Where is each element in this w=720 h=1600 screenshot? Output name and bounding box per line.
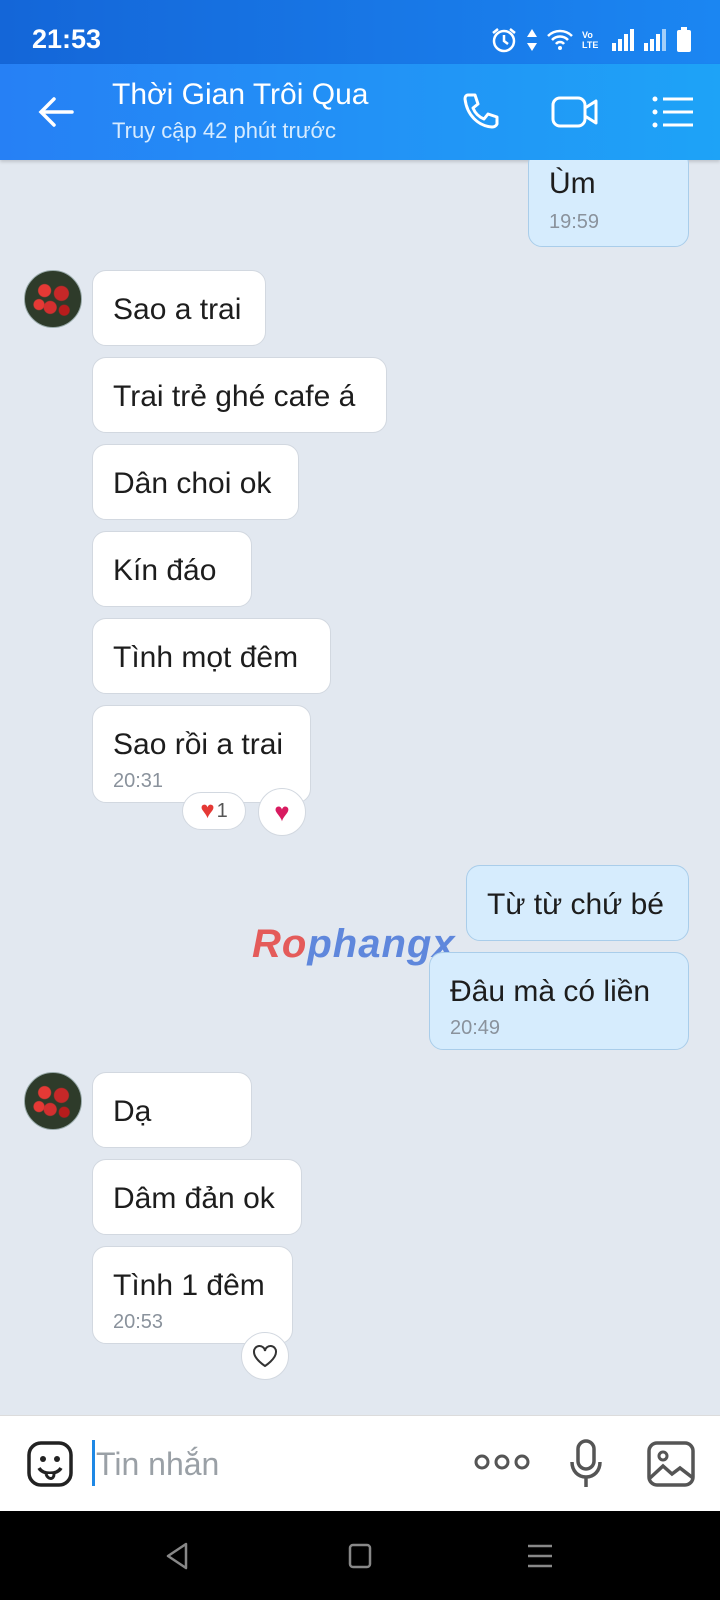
alarm-icon (492, 28, 516, 53)
message-bubble[interactable]: Trai trẻ ghé cafe á (92, 357, 387, 433)
back-arrow-icon[interactable] (36, 92, 76, 132)
volte-icon: Vo LTE (582, 30, 599, 50)
reaction-summary[interactable]: ♥ 1 (182, 792, 246, 830)
message-bubble[interactable]: Đâu mà có liền 20:49 (429, 952, 689, 1050)
message-text: Dạ (113, 1095, 152, 1128)
microphone-icon[interactable] (568, 1438, 604, 1490)
battery-icon (677, 27, 691, 52)
react-button[interactable]: ♥ (258, 788, 306, 836)
menu-list-icon[interactable] (650, 90, 696, 134)
signal-icon (612, 29, 634, 51)
status-time: 21:53 (32, 24, 102, 54)
message-text: Từ từ chứ bé (487, 888, 664, 921)
system-nav-bar (0, 1511, 720, 1600)
data-arrows-icon (527, 29, 537, 51)
contact-name[interactable]: Thời Gian Trôi Qua (112, 78, 368, 112)
message-bubble[interactable]: Kín đáo (92, 531, 252, 607)
message-bubble[interactable]: Tình mọt đêm (92, 618, 331, 694)
avatar[interactable] (24, 270, 82, 328)
heart-outline-icon (253, 1345, 277, 1368)
phone-call-icon[interactable] (458, 90, 504, 134)
message-time: 19:59 (549, 211, 600, 233)
message-bubble[interactable]: Dạ (92, 1072, 252, 1148)
message-time: 20:53 (113, 1311, 164, 1333)
message-text: Tình 1 đêm (113, 1269, 265, 1302)
message-text: Tình mọt đêm (113, 641, 299, 674)
emoji-sticker-icon[interactable] (26, 1440, 74, 1488)
message-bubble[interactable]: Dâm đản ok (92, 1159, 302, 1235)
nav-home-icon[interactable] (348, 1543, 372, 1569)
signal-icon-2 (644, 29, 666, 51)
message-input[interactable]: Tin nhắn (96, 1446, 219, 1483)
message-text: Dân choi ok (113, 467, 272, 500)
more-options-icon[interactable] (474, 1452, 530, 1472)
message-bubble[interactable]: Dân choi ok (92, 444, 299, 520)
nav-recents-icon[interactable] (526, 1543, 554, 1569)
message-list[interactable]: Ùm 19:59 Sao a trai Trai trẻ ghé cafe á … (0, 160, 720, 1415)
message-input-bar: Tin nhắn (0, 1415, 720, 1512)
message-text: Ùm (549, 167, 596, 200)
avatar[interactable] (24, 1072, 82, 1130)
message-bubble[interactable]: Ùm 19:59 (528, 160, 689, 247)
message-text: Sao rồi a trai (113, 728, 284, 761)
wifi-icon (547, 29, 573, 50)
nav-back-icon[interactable] (164, 1541, 190, 1571)
message-text: Kín đáo (113, 554, 217, 587)
text-caret (92, 1440, 95, 1486)
message-time: 20:31 (113, 770, 164, 792)
message-text: Đâu mà có liền (450, 975, 651, 1008)
chat-header: Thời Gian Trôi Qua Truy cập 42 phút trướ… (0, 64, 720, 160)
reaction-count: 1 (216, 799, 228, 822)
image-gallery-icon[interactable] (646, 1440, 696, 1488)
message-text: Dâm đản ok (113, 1182, 275, 1215)
message-bubble[interactable]: Từ từ chứ bé (466, 865, 689, 941)
message-time: 20:49 (450, 1017, 501, 1039)
status-bar: 21:53 Vo LTE (0, 0, 720, 64)
heart-icon: ♥ (200, 797, 215, 824)
video-call-icon[interactable] (550, 90, 600, 134)
watermark: Rophangx (252, 922, 456, 966)
react-button[interactable] (241, 1332, 289, 1380)
message-bubble[interactable]: Tình 1 đêm 20:53 (92, 1246, 293, 1344)
message-text: Sao a trai (113, 293, 242, 326)
message-bubble[interactable]: Sao a trai (92, 270, 266, 346)
message-text: Trai trẻ ghé cafe á (113, 380, 356, 413)
heart-reacted-icon: ♥ (274, 796, 290, 827)
status-icons: Vo LTE (490, 26, 692, 54)
last-seen-status: Truy cập 42 phút trước (112, 118, 336, 143)
